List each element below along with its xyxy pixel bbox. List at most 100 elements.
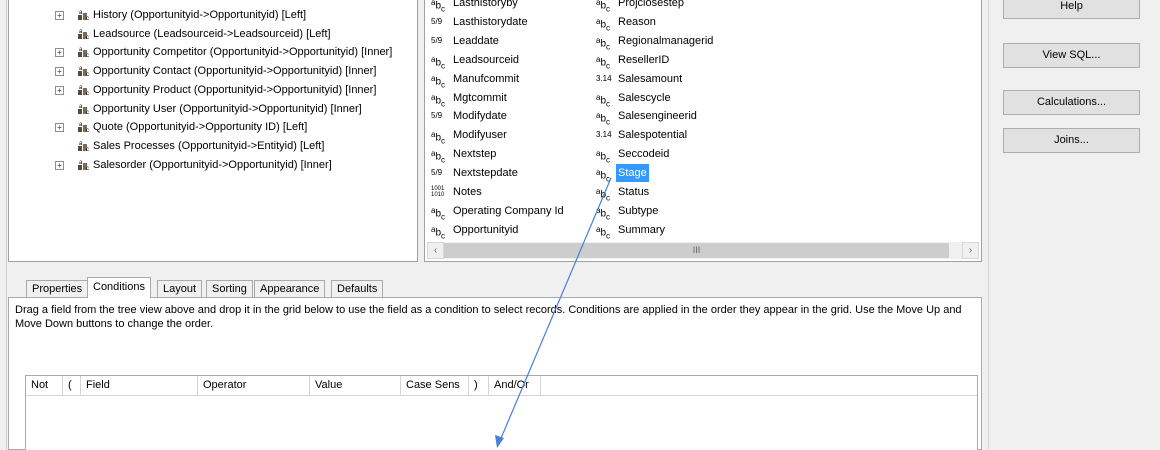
expand-plus-icon[interactable]: + xyxy=(55,85,64,95)
tab-properties[interactable]: Properties xyxy=(26,280,89,297)
joins-button[interactable]: Joins... xyxy=(1003,128,1140,153)
expand-plus-icon[interactable]: + xyxy=(55,160,64,170)
tree-item[interactable]: + a c Opportunity Contact (Opportunityid->O… xyxy=(9,62,409,80)
field-item-label: Nextstepdate xyxy=(453,167,518,180)
field-item-label: Modifydate xyxy=(453,110,507,123)
column-header-open-paren[interactable]: ( xyxy=(63,376,81,395)
field-item[interactable]: abc Manufcommit xyxy=(431,70,521,89)
field-list-horizontal-scrollbar[interactable]: ‹ III › xyxy=(427,242,979,259)
field-item[interactable]: abc Stage xyxy=(596,164,649,183)
field-item[interactable]: 5/9 Leaddate xyxy=(431,32,501,50)
field-item[interactable]: abc Modifyuser xyxy=(431,126,509,145)
field-item[interactable]: abc Salesengineerid xyxy=(596,107,699,126)
conditions-instructions: Drag a field from the tree view above an… xyxy=(15,304,962,330)
tree-item-label: History (Opportunityid->Opportunityid) [… xyxy=(93,9,307,21)
table-join-icon: ac xyxy=(75,139,91,153)
tree-item[interactable]: + a c Opportunity Competitor (Opportunityid… xyxy=(9,43,409,61)
expand-plus-icon[interactable]: + xyxy=(55,123,64,133)
date-field-type-icon: 5/9 xyxy=(431,168,443,178)
table-join-icon: ac xyxy=(75,158,91,172)
table-join-icon: ac xyxy=(75,120,91,134)
field-item-label: Subtype xyxy=(618,204,659,217)
field-item[interactable]: abc ResellerID xyxy=(596,51,671,70)
tab-layout[interactable]: Layout xyxy=(157,280,203,297)
field-item-label: Operating Company Id xyxy=(453,204,564,217)
field-item-label: ResellerID xyxy=(618,53,670,66)
column-header-not[interactable]: Not xyxy=(26,376,63,395)
tree-item-label: Sales Processes (Opportunityid->Entityid… xyxy=(93,139,325,152)
tab-defaults[interactable]: Defaults xyxy=(331,280,384,297)
field-item-label: Nextstep xyxy=(453,148,497,161)
expand-plus-icon[interactable]: + xyxy=(55,11,64,20)
column-header-close-paren[interactable]: ) xyxy=(469,376,489,395)
field-item[interactable]: abc Nextstep xyxy=(431,145,498,164)
conditions-grid[interactable]: Not ( Field Operator Value Case Sens ) A… xyxy=(25,375,978,450)
tree-item[interactable]: + a c Quote (Opportunityid->Opportunity ID)… xyxy=(9,118,409,136)
field-item[interactable]: 3.14 Salespotential xyxy=(596,126,689,144)
field-item[interactable]: abc Subtype xyxy=(596,202,660,221)
date-field-type-icon: 5/9 xyxy=(431,16,443,26)
number-field-type-icon: 3.14 xyxy=(596,73,612,83)
expand-plus-icon[interactable]: + xyxy=(55,67,64,77)
field-item[interactable]: abc Operating Company Id xyxy=(431,202,566,221)
column-header-field[interactable]: Field xyxy=(81,376,198,395)
svg-text:c: c xyxy=(86,53,89,59)
field-item[interactable]: 5/9 Nextstepdate xyxy=(431,164,520,182)
field-item-label: Manufcommit xyxy=(453,72,520,85)
field-item[interactable]: abc Reason xyxy=(596,13,658,32)
field-item[interactable]: abc Leadsourceid xyxy=(431,51,521,70)
field-item[interactable]: abc Lasthistoryby xyxy=(431,0,520,13)
tree-item-label: Opportunity Contact (Opportunityid->Oppo… xyxy=(93,65,377,78)
table-join-icon: ac xyxy=(75,102,91,116)
column-header-and-or[interactable]: And/Or xyxy=(489,376,541,395)
view-sql-button[interactable]: View SQL... xyxy=(1003,43,1140,68)
conditions-grid-header: Not ( Field Operator Value Case Sens ) A… xyxy=(26,376,977,396)
tree-item-label: Salesorder (Opportunityid->Opportunityid… xyxy=(93,158,332,171)
svg-text:c: c xyxy=(86,128,89,134)
tree-item[interactable]: + a c Opportunity Product (Opportunityid->O… xyxy=(9,81,409,99)
field-list[interactable]: ‹ III › abc Lasthistoryby 5/9 Lasthistoryda… xyxy=(424,0,982,262)
column-header-operator[interactable]: Operator xyxy=(198,376,310,395)
tree-item[interactable]: a c Opportunity User (Opportunityid->Oppor… xyxy=(9,100,409,118)
column-header-value[interactable]: Value xyxy=(310,376,401,395)
text-field-type-icon: abc xyxy=(431,224,446,241)
tab-conditions[interactable]: Conditions xyxy=(87,277,151,298)
field-item[interactable]: 5/9 Lasthistorydate xyxy=(431,13,530,31)
field-item[interactable]: abc Status xyxy=(596,183,651,202)
field-item[interactable]: abc Seccodeid xyxy=(596,145,671,164)
field-item[interactable]: 1001 1010 Notes xyxy=(431,183,484,201)
field-item-label: Salesengineerid xyxy=(618,110,697,123)
expand-plus-icon[interactable]: + xyxy=(55,48,64,58)
field-item[interactable]: abc Projclosestep xyxy=(596,0,686,13)
table-join-icon: ac xyxy=(75,27,91,41)
help-button[interactable]: Help xyxy=(1003,0,1140,19)
tree-item-label: Opportunity Competitor (Opportunityid->O… xyxy=(93,46,393,59)
join-tree-view[interactable]: + a c History (Opportunityid->Opportunityid… xyxy=(8,0,418,262)
field-item[interactable]: abc Summary xyxy=(596,221,667,240)
field-item[interactable]: 5/9 Modifydate xyxy=(431,107,509,125)
field-item[interactable]: abc Mgtcommit xyxy=(431,89,509,108)
tree-item[interactable]: + a c Salesorder (Opportunityid->Opportunit… xyxy=(9,156,409,174)
column-header-case-sens[interactable]: Case Sens xyxy=(401,376,469,395)
tree-item[interactable]: a c Leadsource (Leadsourceid->Leadsourceid… xyxy=(9,25,409,43)
tree-item[interactable]: + a c History (Opportunityid->Opportunityid… xyxy=(9,6,409,24)
field-item-label: Regionalmanagerid xyxy=(618,34,714,47)
field-item[interactable]: abc Regionalmanagerid xyxy=(596,32,715,51)
calculations-button[interactable]: Calculations... xyxy=(1003,90,1140,115)
field-item-label: Lasthistoryby xyxy=(453,0,518,9)
svg-text:c: c xyxy=(86,35,89,41)
field-item-label: Stage xyxy=(616,164,649,183)
table-join-icon: ac xyxy=(75,45,91,59)
scroll-right-arrow-icon[interactable]: › xyxy=(962,242,979,259)
field-item-label: Leadsourceid xyxy=(453,53,520,66)
tab-appearance[interactable]: Appearance xyxy=(254,280,326,297)
scroll-thumb[interactable]: III xyxy=(444,243,949,258)
field-item[interactable]: abc Opportunityid xyxy=(431,221,520,240)
tree-item[interactable]: a c Sales Processes (Opportunityid->Entity… xyxy=(9,137,409,155)
field-item-label: Reason xyxy=(618,15,656,28)
field-item-label: Salesamount xyxy=(618,72,683,85)
tree-item-label: Quote (Opportunityid->Opportunity ID) [L… xyxy=(93,121,308,134)
field-item[interactable]: abc Salescycle xyxy=(596,89,673,108)
tab-sorting[interactable]: Sorting xyxy=(206,280,253,297)
field-item[interactable]: 3.14 Salesamount xyxy=(596,70,684,88)
